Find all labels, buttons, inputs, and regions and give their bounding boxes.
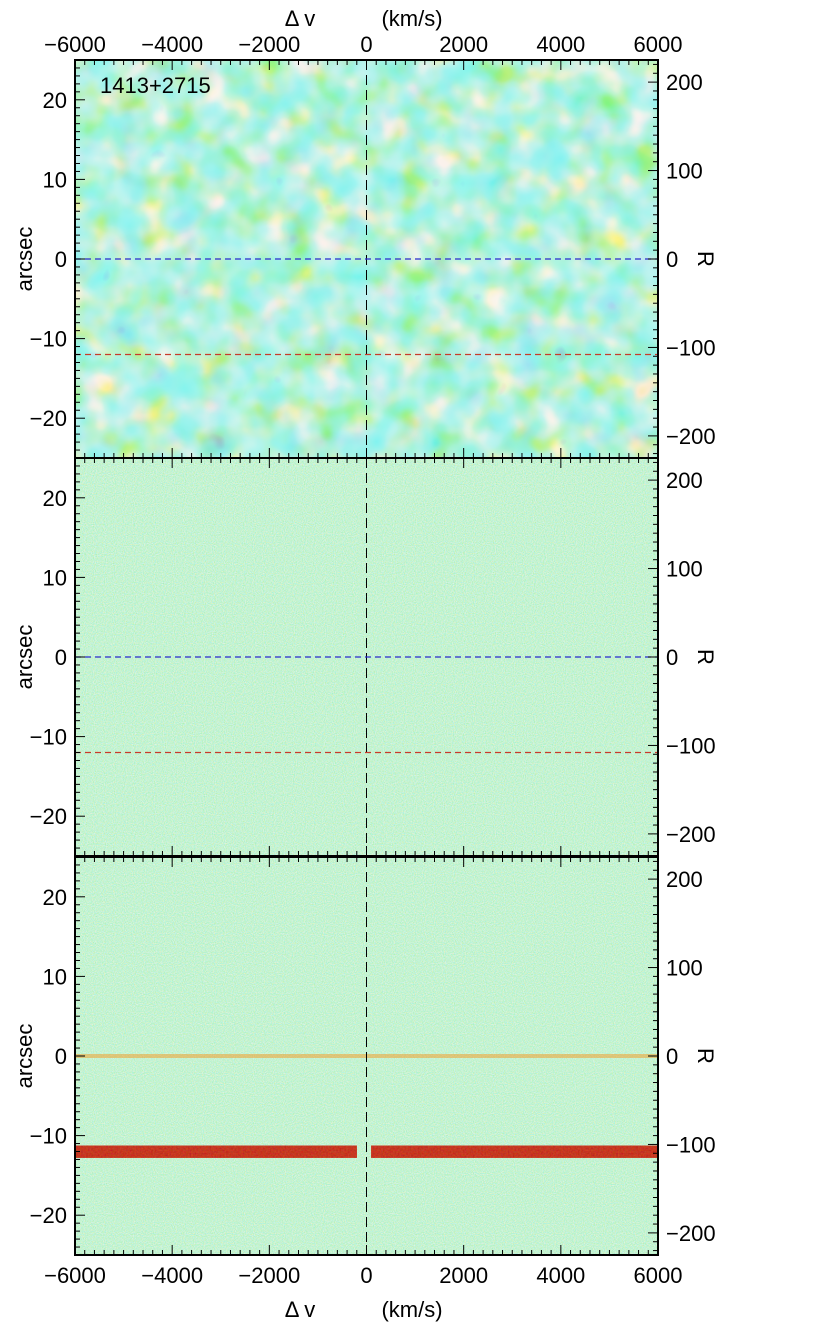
object-label: 1413+2715 <box>100 73 211 98</box>
y2-tick-label: −100 <box>666 1132 716 1157</box>
x-axis-unit-bottom: (km/s) <box>381 1297 442 1322</box>
x-tick-label-bottom: −4000 <box>141 1263 203 1288</box>
y-tick-label: −10 <box>30 327 67 352</box>
x-tick-label-top: −4000 <box>141 32 203 57</box>
y2-tick-label: −200 <box>666 424 716 449</box>
figure: −20−1001020−200−1000100200arcsec R−6000 −4… <box>12 6 718 1322</box>
y-tick-label: −20 <box>30 1203 67 1228</box>
right-axis-title: R <box>693 649 718 665</box>
y2-tick-label: −100 <box>666 733 716 758</box>
y-tick-label: 20 <box>43 486 67 511</box>
x-tick-label-top: 2000 <box>439 32 488 57</box>
y-axis-title: arcsec <box>12 227 37 292</box>
right-axis-title: R <box>693 251 718 267</box>
panel-top: −20−1001020−200−1000100200arcsec R−6000 −4… <box>12 6 718 459</box>
y2-tick-label: −200 <box>666 822 716 847</box>
x-tick-label-bottom: −6000 <box>44 1263 106 1288</box>
y-tick-label: −10 <box>30 1124 67 1149</box>
x-tick-label-bottom: 0 <box>360 1263 372 1288</box>
y2-tick-label: 100 <box>666 159 703 184</box>
y-tick-label: 0 <box>55 645 67 670</box>
x-tick-label-bottom: 4000 <box>536 1263 585 1288</box>
x-axis-title-top: Δ v <box>285 6 316 31</box>
y2-tick-label: −200 <box>666 1221 716 1246</box>
y-tick-label: 10 <box>43 565 67 590</box>
y-tick-label: 0 <box>55 247 67 272</box>
x-tick-label-top: 0 <box>360 32 372 57</box>
y2-tick-label: 0 <box>666 645 678 670</box>
x-tick-label-top: 4000 <box>536 32 585 57</box>
x-tick-label-bottom: 6000 <box>634 1263 683 1288</box>
y2-tick-label: 200 <box>666 867 703 892</box>
right-axis-title: R <box>693 1048 718 1064</box>
y2-tick-label: 100 <box>666 557 703 582</box>
strong-trace-left-texture <box>75 1145 357 1158</box>
y-axis-title: arcsec <box>12 1024 37 1089</box>
x-axis-unit-top: (km/s) <box>381 6 442 31</box>
y2-tick-label: 100 <box>666 956 703 981</box>
y-tick-label: 20 <box>43 885 67 910</box>
y2-tick-label: 200 <box>666 468 703 493</box>
y2-tick-label: 0 <box>666 247 678 272</box>
x-tick-label-top: −2000 <box>238 32 300 57</box>
y-tick-label: 10 <box>43 964 67 989</box>
y-tick-label: 0 <box>55 1044 67 1069</box>
y-tick-label: 10 <box>43 167 67 192</box>
y-axis-title: arcsec <box>12 625 37 690</box>
y-tick-label: −20 <box>30 406 67 431</box>
x-tick-label-top: −6000 <box>44 32 106 57</box>
y-tick-label: −10 <box>30 725 67 750</box>
y2-tick-label: −100 <box>666 335 716 360</box>
x-tick-label-bottom: −2000 <box>238 1263 300 1288</box>
y2-tick-label: 200 <box>666 70 703 95</box>
panel-middle: −20−1001020−200−1000100200arcsec R <box>12 457 718 857</box>
strong-trace-right-texture <box>371 1145 658 1158</box>
x-tick-label-bottom: 2000 <box>439 1263 488 1288</box>
panel-bottom: −20−1001020−200−1000100200arcsec R−6000 −4… <box>12 856 718 1322</box>
y-tick-label: −20 <box>30 804 67 829</box>
x-axis-title-bottom: Δ v <box>285 1297 316 1322</box>
x-tick-label-top: 6000 <box>634 32 683 57</box>
y2-tick-label: 0 <box>666 1044 678 1069</box>
y-tick-label: 20 <box>43 88 67 113</box>
